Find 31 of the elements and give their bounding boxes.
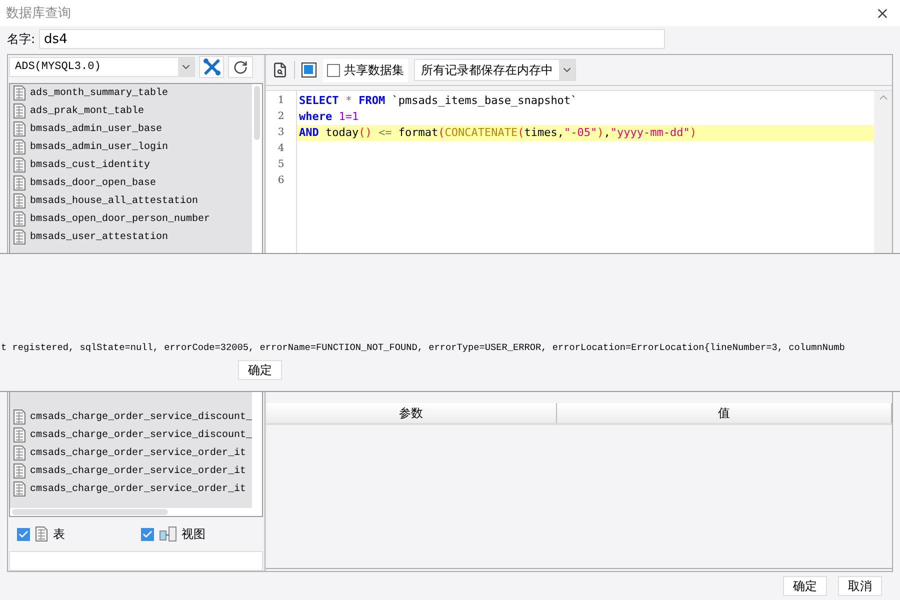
code-token: SELECT bbox=[299, 94, 339, 107]
code-token: "yyyy-mm-dd" bbox=[610, 126, 690, 139]
code-token: * bbox=[344, 94, 353, 107]
filter-label: 视图 bbox=[182, 526, 206, 542]
code-token: CONCATENATE bbox=[444, 126, 518, 139]
code-token: "-05" bbox=[564, 126, 598, 139]
code-token: times, bbox=[524, 126, 564, 139]
line-number: 3 bbox=[276, 126, 286, 140]
code-token: AND bbox=[299, 126, 319, 139]
code-token: ) bbox=[690, 126, 696, 139]
name-label: 名字: bbox=[7, 30, 36, 48]
line-number: 1 bbox=[276, 94, 286, 108]
line-number: 6 bbox=[276, 174, 286, 188]
code-token: FROM bbox=[358, 94, 386, 107]
code-token: <= bbox=[377, 126, 393, 139]
window-title: 数据库查询 bbox=[6, 5, 71, 22]
code-token: , bbox=[604, 126, 610, 139]
code-token: today bbox=[324, 126, 359, 139]
code-token: `pmsads_items_base_snapshot` bbox=[390, 94, 578, 107]
code-token: format bbox=[398, 126, 438, 139]
line-number: 2 bbox=[276, 110, 286, 124]
code-token: () bbox=[358, 126, 372, 139]
line-number: 4 bbox=[276, 142, 286, 156]
code-token: where bbox=[299, 110, 332, 123]
filter-label: 表 bbox=[53, 526, 65, 542]
code-token: ( bbox=[518, 126, 524, 139]
share-label: 共享数据集 bbox=[344, 62, 404, 78]
code-token: 1=1 bbox=[338, 110, 359, 123]
line-number: 5 bbox=[276, 158, 286, 172]
code-token: ( bbox=[438, 126, 445, 139]
code-token: ) bbox=[597, 126, 604, 139]
